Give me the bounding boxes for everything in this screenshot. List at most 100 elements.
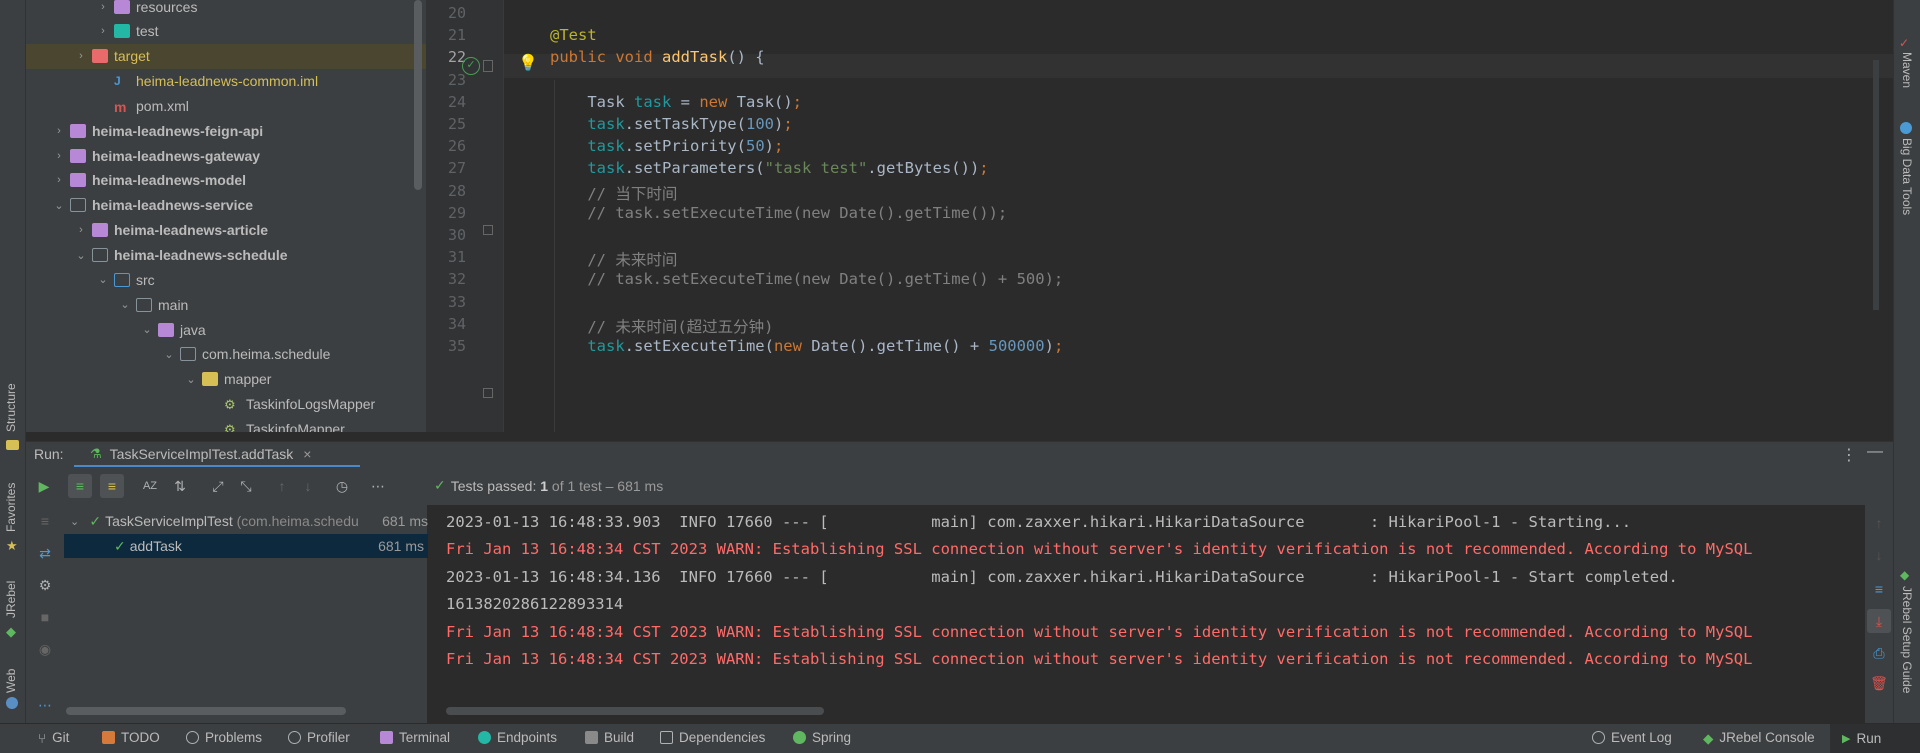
sort-alpha-icon[interactable]: AZ [138, 474, 162, 498]
git-tab[interactable]: ⑂ Git [38, 730, 69, 746]
code-line[interactable]: task.setParameters("task test".getBytes(… [550, 159, 988, 177]
chevron-right-icon[interactable]: › [96, 1, 110, 13]
jrebel-setup-tab[interactable]: JRebel Setup Guide [1900, 586, 1914, 693]
up-icon[interactable]: ↑ [1867, 511, 1891, 535]
structure-tab[interactable]: Structure [4, 383, 18, 432]
clear-icon[interactable]: 🗑 [1867, 671, 1891, 695]
more-icon[interactable]: ⋯ [366, 474, 390, 498]
more-options-icon[interactable]: ⋮ [1841, 445, 1857, 465]
close-tab-icon[interactable]: × [303, 446, 311, 462]
swap-icon[interactable]: ⇄ [33, 541, 57, 565]
problems-tab[interactable]: Problems [186, 730, 262, 745]
tree-item[interactable]: ⌄ mapper [26, 367, 426, 392]
todo-tab[interactable]: TODO [102, 730, 160, 745]
tree-item[interactable]: ⚙ TaskinfoLogsMapper [26, 392, 426, 417]
console-hscrollbar[interactable] [446, 707, 824, 715]
run-test-icon[interactable]: ✓ [462, 57, 480, 75]
tree-item[interactable]: m pom.xml [26, 93, 426, 118]
tree-item[interactable]: › heima-leadnews-gateway [26, 143, 426, 168]
show-passed-icon[interactable]: ≡ [68, 474, 92, 498]
chevron-right-icon[interactable]: › [52, 125, 66, 137]
code-line[interactable]: @Test [550, 26, 597, 44]
more-side-icon[interactable]: ⋯ [33, 693, 57, 717]
code-line[interactable]: public void addTask() { [550, 48, 765, 66]
chevron-down-icon[interactable]: ⌄ [70, 515, 83, 528]
chevron-down-icon[interactable]: ⌄ [52, 199, 66, 212]
lightbulb-icon[interactable]: 💡 [518, 53, 538, 73]
chevron-right-icon[interactable]: › [52, 150, 66, 162]
profiler-tab[interactable]: Profiler [288, 730, 350, 745]
tree-item[interactable]: ⌄ main [26, 292, 426, 317]
soft-wrap-icon[interactable]: ≡ [1867, 577, 1891, 601]
fold-marker[interactable] [483, 225, 493, 235]
chevron-down-icon[interactable]: ⌄ [184, 373, 198, 386]
settings-icon[interactable]: ⚙ [33, 573, 57, 597]
chevron-right-icon[interactable]: › [74, 50, 88, 62]
next-failed-icon[interactable]: ↓ [296, 474, 320, 498]
bigdata-tab[interactable]: Big Data Tools [1900, 138, 1914, 215]
code-line[interactable]: Task task = new Task(); [550, 93, 802, 111]
code-line[interactable]: // 当下时间 [550, 182, 677, 204]
tree-item[interactable]: › heima-leadnews-article [26, 218, 426, 243]
code-line[interactable]: task.setExecuteTime(new Date().getTime()… [550, 337, 1063, 355]
run-status-tab[interactable]: ▶ Run [1830, 724, 1920, 753]
tree-item[interactable]: ⌄ com.heima.schedule [26, 342, 426, 367]
web-tab[interactable]: Web [4, 669, 18, 693]
console-output[interactable]: 2023-01-13 16:48:33.903 INFO 17660 --- [… [428, 505, 1865, 723]
test-suite-row[interactable]: ⌄ ✓ TaskServiceImplTest (com.heima.sched… [64, 509, 428, 533]
fold-marker[interactable] [483, 388, 493, 398]
chevron-down-icon[interactable]: ⌄ [118, 298, 132, 311]
chevron-right-icon[interactable]: › [96, 25, 110, 37]
code-line[interactable]: // task.setExecuteTime(new Date().getTim… [550, 270, 1063, 288]
tree-item[interactable]: › target [26, 43, 426, 69]
expand-all-icon[interactable]: ⤢ [206, 474, 230, 498]
tree-item[interactable]: ⌄ java [26, 317, 426, 342]
scroll-to-end-icon[interactable]: ⤓ [1867, 609, 1891, 633]
prev-failed-icon[interactable]: ↑ [270, 474, 294, 498]
chevron-down-icon[interactable]: ⌄ [96, 273, 110, 286]
maven-tab[interactable]: Maven [1900, 52, 1914, 88]
sort-duration-icon[interactable]: ⇅ [168, 474, 192, 498]
tree-item[interactable]: › test [26, 19, 426, 44]
test-case-row[interactable]: ✓ addTask 681 ms [64, 534, 428, 558]
tree-item[interactable]: ⌄ heima-leadnews-service [26, 193, 426, 218]
tree-item[interactable]: ⚙ TaskinfoMapper [26, 416, 426, 432]
chevron-right-icon[interactable]: › [74, 224, 88, 236]
endpoints-tab[interactable]: Endpoints [478, 730, 557, 745]
fold-marker[interactable] [483, 60, 493, 72]
code-editor[interactable]: 20 21 22 23 24 25 26 27 28 29 30 31 32 33 34 35 ✓ 💡 @Te… [426, 0, 1893, 432]
event-log-tab[interactable]: Event Log [1592, 730, 1672, 745]
code-line[interactable]: task.setTaskType(100); [550, 115, 792, 133]
camera-icon[interactable]: ◉ [33, 637, 57, 661]
rerun-icon[interactable]: ▶ [32, 474, 56, 498]
tree-item[interactable]: › resources [26, 0, 426, 19]
chevron-down-icon[interactable]: ⌄ [74, 249, 88, 262]
stop-icon[interactable]: ■ [33, 605, 57, 629]
dependencies-tab[interactable]: Dependencies [660, 730, 765, 745]
tree-item[interactable]: › heima-leadnews-model [26, 168, 426, 193]
print-icon[interactable]: ⎙ [1867, 641, 1891, 665]
terminal-tab[interactable]: Terminal [380, 730, 450, 745]
chevron-right-icon[interactable]: › [52, 174, 66, 186]
build-tab[interactable]: Build [585, 730, 634, 745]
jrebel-console-tab[interactable]: ◆ JRebel Console [1703, 730, 1815, 746]
down-icon[interactable]: ↓ [1867, 543, 1891, 567]
project-scrollbar[interactable] [414, 0, 422, 190]
toggle-icon[interactable]: ≡ [33, 509, 57, 533]
collapse-all-icon[interactable]: ⤡ [234, 474, 258, 498]
editor-scrollbar[interactable] [1873, 60, 1879, 310]
show-ignored-icon[interactable]: ≡ [100, 474, 124, 498]
tree-item[interactable]: › heima-leadnews-feign-api [26, 118, 426, 143]
tree-item[interactable]: Jheima-leadnews-common.iml [26, 69, 426, 94]
chevron-down-icon[interactable]: ⌄ [140, 323, 154, 336]
run-tab[interactable]: ⚗ TaskServiceImplTest.addTask × [74, 442, 360, 468]
code-line[interactable]: task.setPriority(50); [550, 137, 783, 155]
code-line[interactable]: // task.setExecuteTime(new Date().getTim… [550, 204, 1007, 222]
jrebel-tab[interactable]: JRebel [4, 581, 18, 618]
code-line[interactable]: // 未来时间(超过五分钟) [550, 315, 773, 337]
tree-item[interactable]: ⌄ heima-leadnews-schedule [26, 243, 426, 268]
spring-tab[interactable]: Spring [793, 730, 851, 745]
code-line[interactable]: // 未来时间 [550, 248, 677, 270]
history-icon[interactable]: ◷ [330, 474, 354, 498]
tree-item[interactable]: ⌄ src [26, 267, 426, 292]
